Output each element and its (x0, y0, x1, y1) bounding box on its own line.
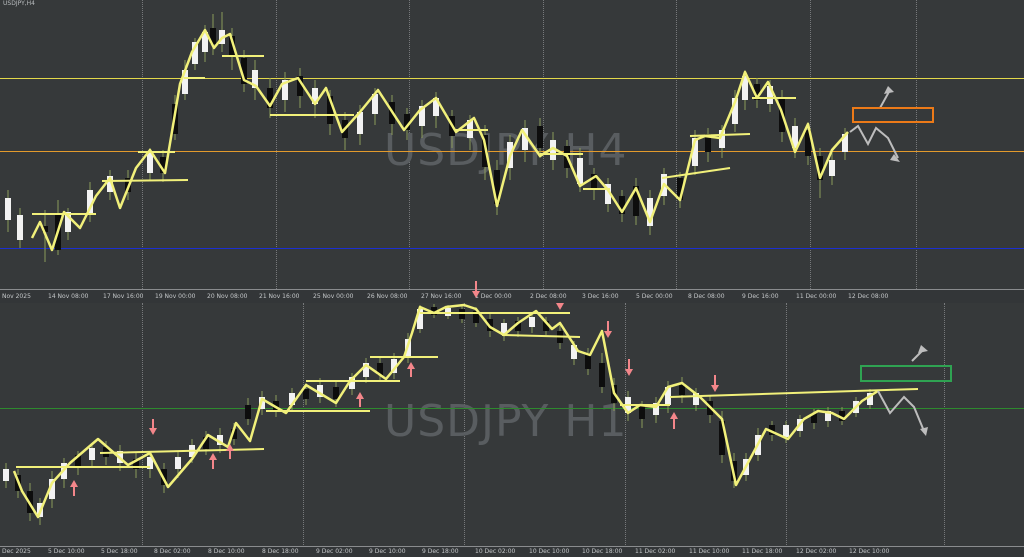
axis-tick: 20 Nov 08:00 (207, 293, 248, 300)
zigzag-line-h1 (12, 303, 879, 519)
time-axis-h4: Nov 2025 14 Nov 08:00 17 Nov 16:00 19 No… (0, 289, 1024, 302)
trading-platform: USDJPY,H4 USDJPY H4 Nov 2025 14 Nov 08:0… (0, 0, 1024, 557)
price-plot-h1[interactable] (0, 303, 1024, 547)
price-plot-h4[interactable] (0, 0, 1024, 289)
axis-tick: Dec 2025 (2, 548, 31, 555)
axis-tick: 12 Dec 08:00 (848, 293, 889, 300)
axis-tick: 11 Dec 02:00 (635, 548, 676, 555)
axis-tick: 8 Dec 08:00 (688, 293, 725, 300)
axis-tick: 9 Dec 18:00 (422, 548, 459, 555)
axis-tick: 10 Dec 10:00 (529, 548, 570, 555)
signal-arrows-h1 (70, 303, 719, 496)
zigzag-line-h4 (30, 28, 849, 252)
axis-tick: 14 Nov 08:00 (48, 293, 89, 300)
axis-tick: 8 Dec 02:00 (154, 548, 191, 555)
axis-tick: 10 Dec 02:00 (475, 548, 516, 555)
axis-tick: 17 Nov 16:00 (103, 293, 144, 300)
axis-tick: 8 Dec 18:00 (262, 548, 299, 555)
chart-pane-h4[interactable]: USDJPY,H4 USDJPY H4 (0, 0, 1024, 289)
axis-tick: 9 Dec 16:00 (742, 293, 779, 300)
signal-arrow-top-h1 (472, 281, 480, 298)
axis-tick: 12 Dec 02:00 (796, 548, 837, 555)
axis-tick: 5 Dec 10:00 (48, 548, 85, 555)
forecast-arrows-h4 (849, 86, 900, 162)
target-zone-h4 (852, 107, 934, 123)
axis-tick: 3 Dec 16:00 (582, 293, 619, 300)
axis-tick: 11 Dec 10:00 (689, 548, 730, 555)
candles-h1 (3, 304, 873, 525)
axis-tick: 5 Dec 18:00 (101, 548, 138, 555)
axis-tick: 12 Dec 10:00 (849, 548, 890, 555)
structure-lines-h1 (16, 312, 919, 468)
axis-tick: 5 Dec 00:00 (636, 293, 673, 300)
axis-tick: 21 Nov 16:00 (259, 293, 300, 300)
axis-tick: Nov 2025 (2, 293, 31, 300)
axis-tick: 10 Dec 18:00 (582, 548, 623, 555)
time-axis-h1: Dec 2025 5 Dec 10:00 5 Dec 18:00 8 Dec 0… (0, 546, 1024, 557)
axis-tick: 11 Dec 00:00 (796, 293, 837, 300)
axis-tick: 9 Dec 10:00 (369, 548, 406, 555)
axis-tick: 2 Dec 08:00 (530, 293, 567, 300)
target-zone-h1 (860, 365, 952, 382)
chart-pane-h1[interactable]: USDJPY H1 (0, 303, 1024, 547)
axis-tick: 26 Nov 08:00 (367, 293, 408, 300)
axis-tick: 27 Nov 16:00 (421, 293, 462, 300)
axis-tick: 19 Nov 00:00 (155, 293, 196, 300)
axis-tick: 11 Dec 18:00 (742, 548, 783, 555)
axis-tick: 8 Dec 10:00 (208, 548, 245, 555)
axis-tick: 9 Dec 02:00 (316, 548, 353, 555)
axis-tick: 25 Nov 00:00 (313, 293, 354, 300)
